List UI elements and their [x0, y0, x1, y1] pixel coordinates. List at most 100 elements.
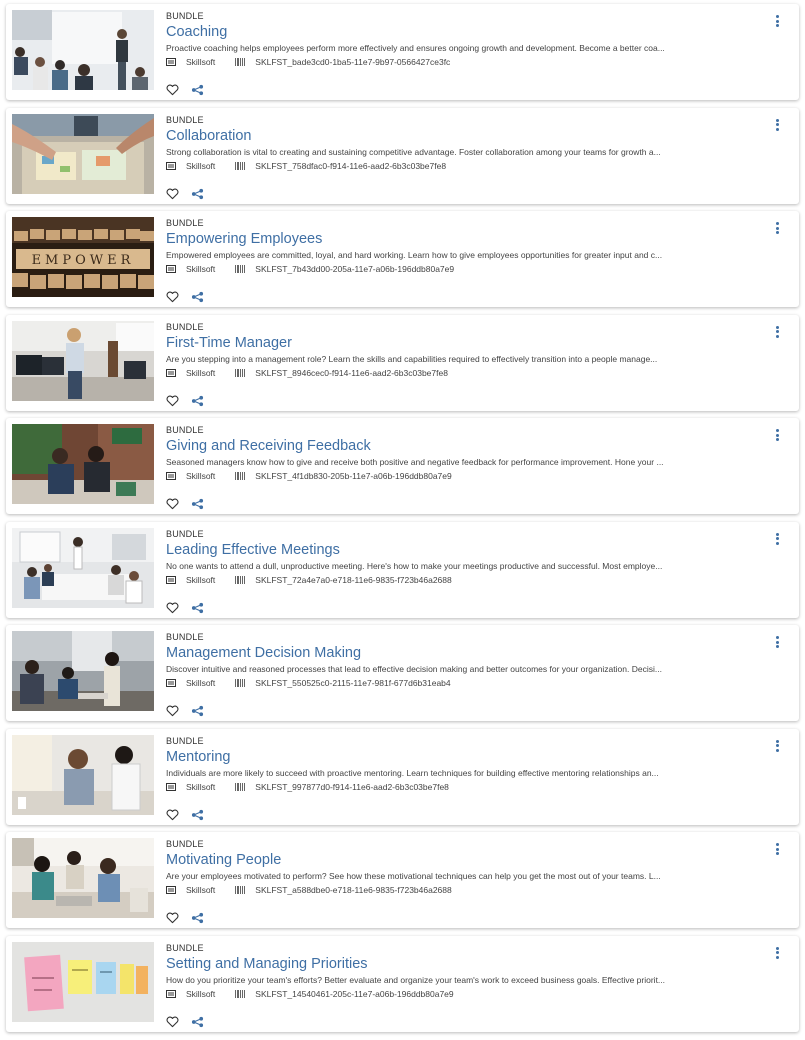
bundle-card[interactable]: EMPOWER BUNDLE Empowering Employees Empo…: [6, 211, 799, 307]
share-icon[interactable]: [191, 498, 204, 510]
vendor-name: Skillsoft: [186, 264, 216, 274]
kebab-menu-icon[interactable]: [774, 15, 780, 29]
card-title[interactable]: Coaching: [166, 23, 757, 42]
heart-outline-icon[interactable]: [166, 188, 179, 200]
heart-outline-icon[interactable]: [166, 498, 179, 510]
barcode-icon: [235, 58, 246, 66]
card-info: BUNDLE Mentoring Individuals are more li…: [166, 736, 757, 793]
share-icon[interactable]: [191, 84, 204, 96]
card-title[interactable]: Leading Effective Meetings: [166, 541, 757, 560]
card-title[interactable]: Management Decision Making: [166, 644, 757, 663]
vendor-name: Skillsoft: [186, 781, 216, 792]
share-icon[interactable]: [191, 291, 204, 303]
card-title[interactable]: Motivating People: [166, 851, 757, 870]
content-code: SKLFST_8946cec0-f914-11e6-aad2-6b3c03be7…: [255, 367, 448, 378]
heart-outline-icon[interactable]: [166, 809, 179, 821]
content-type-label: BUNDLE: [166, 735, 204, 746]
kebab-menu-icon[interactable]: [774, 636, 780, 650]
barcode-icon: [235, 161, 246, 170]
card-title[interactable]: Collaboration: [166, 127, 757, 146]
kebab-menu-icon[interactable]: [774, 946, 780, 961]
kebab-menu-icon[interactable]: [774, 222, 780, 236]
share-icon[interactable]: [191, 809, 204, 821]
card-title[interactable]: First-Time Manager: [166, 334, 757, 353]
bundle-card[interactable]: BUNDLE Collaboration Strong collaboratio…: [6, 107, 799, 204]
card-title[interactable]: Mentoring: [166, 748, 757, 767]
heart-outline-icon[interactable]: [166, 395, 179, 407]
kebab-menu-icon[interactable]: [774, 739, 780, 754]
card-description: How do you prioritize your team's effort…: [166, 974, 666, 985]
card-actions: [166, 188, 204, 200]
heart-outline-icon[interactable]: [166, 1016, 179, 1028]
card-title[interactable]: Giving and Receiving Feedback: [166, 437, 757, 456]
meeting-room-icon[interactable]: [12, 527, 154, 608]
kebab-menu-icon[interactable]: [774, 843, 780, 857]
barcode-icon: [235, 472, 246, 480]
vendor-name: Skillsoft: [186, 471, 216, 481]
bundle-card[interactable]: BUNDLE Leading Effective Meetings No one…: [6, 521, 799, 618]
catalog-icon: [166, 679, 176, 687]
vendor-name: Skillsoft: [186, 678, 216, 688]
barcode-icon: [235, 782, 246, 791]
share-icon[interactable]: [191, 395, 204, 407]
heart-outline-icon[interactable]: [166, 705, 179, 717]
card-description: Strong collaboration is vital to creatin…: [166, 146, 661, 157]
content-code: SKLFST_758dfac0-f914-11e6-aad2-6b3c03be7…: [255, 160, 447, 171]
barcode-icon: [235, 368, 246, 377]
card-description: Empowered employees are committed, loyal…: [166, 250, 663, 260]
bundle-card[interactable]: BUNDLE Motivating People Are your employ…: [6, 832, 799, 928]
kebab-menu-icon[interactable]: [774, 118, 780, 133]
group-laptop-icon[interactable]: [12, 838, 154, 918]
sticky-notes-icon[interactable]: [12, 941, 154, 1022]
bundle-card[interactable]: BUNDLE Setting and Managing Priorities H…: [6, 935, 799, 1032]
card-title[interactable]: Empowering Employees: [166, 230, 757, 249]
heart-outline-icon[interactable]: [166, 84, 179, 96]
card-info: BUNDLE Management Decision Making Discov…: [166, 632, 757, 689]
vendor-name: Skillsoft: [186, 367, 216, 378]
card-actions: [166, 395, 204, 407]
bundle-card[interactable]: BUNDLE Coaching Proactive coaching helps…: [6, 4, 799, 100]
card-description: Seasoned managers know how to give and r…: [166, 457, 664, 467]
bundle-card[interactable]: BUNDLE Mentoring Individuals are more li…: [6, 728, 799, 825]
vendor-name: Skillsoft: [186, 57, 216, 67]
share-icon[interactable]: [191, 1016, 204, 1028]
catalog-icon: [166, 989, 176, 998]
presenter-icon[interactable]: [12, 10, 154, 90]
vendor-name: Skillsoft: [186, 885, 216, 895]
share-icon[interactable]: [191, 912, 204, 924]
two-people-talking-icon[interactable]: [12, 424, 154, 504]
card-info: BUNDLE Motivating People Are your employ…: [166, 839, 757, 896]
bundle-card[interactable]: BUNDLE Giving and Receiving Feedback Sea…: [6, 418, 799, 514]
card-actions: [166, 498, 204, 510]
card-description: Individuals are more likely to succeed w…: [166, 767, 659, 778]
mentor-consoling-icon[interactable]: [12, 734, 154, 815]
share-icon[interactable]: [191, 602, 204, 614]
card-description: Are you stepping into a management role?…: [166, 353, 658, 364]
bundle-card[interactable]: BUNDLE Management Decision Making Discov…: [6, 625, 799, 721]
content-type-label: BUNDLE: [166, 632, 204, 642]
letter-blocks-icon[interactable]: EMPOWER: [12, 217, 154, 297]
team-discussion-icon[interactable]: [12, 631, 154, 711]
content-code: SKLFST_a588dbe0-e718-11e6-9835-f723b46a2…: [255, 885, 452, 895]
office-manager-icon[interactable]: [12, 320, 154, 401]
card-actions: [166, 912, 204, 924]
card-title[interactable]: Setting and Managing Priorities: [166, 955, 757, 974]
kebab-menu-icon[interactable]: [774, 325, 780, 340]
card-description: Are your employees motivated to perform?…: [166, 871, 661, 881]
share-icon[interactable]: [191, 188, 204, 200]
vendor-name: Skillsoft: [186, 988, 216, 999]
kebab-menu-icon[interactable]: [774, 429, 780, 443]
card-meta: Skillsoft SKLFST_997877d0-f914-11e6-aad2…: [166, 781, 757, 793]
catalog-icon: [166, 472, 176, 480]
bundle-card[interactable]: BUNDLE First-Time Manager Are you steppi…: [6, 314, 799, 411]
content-code: SKLFST_bade3cd0-1ba5-11e7-9b97-0566427ce…: [255, 57, 451, 67]
share-icon[interactable]: [191, 705, 204, 717]
heart-outline-icon[interactable]: [166, 912, 179, 924]
content-code: SKLFST_14540461-205c-11e7-a06b-196ddb80a…: [255, 988, 454, 999]
catalog-icon: [166, 368, 176, 377]
content-code: SKLFST_550525c0-2115-11e7-981f-677d6b31e…: [255, 678, 451, 688]
kebab-menu-icon[interactable]: [774, 532, 780, 547]
heart-outline-icon[interactable]: [166, 291, 179, 303]
hands-table-icon[interactable]: [12, 113, 154, 194]
heart-outline-icon[interactable]: [166, 602, 179, 614]
